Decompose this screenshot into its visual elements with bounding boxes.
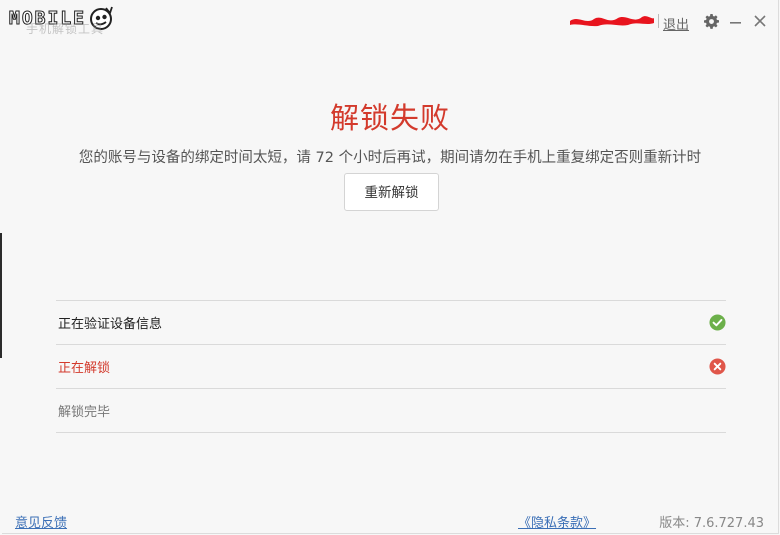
step-label: 解锁完毕 — [58, 405, 111, 420]
error-circle-icon — [709, 358, 726, 375]
check-circle-icon — [709, 314, 726, 331]
step-unlocking: 正在解锁 — [56, 344, 726, 388]
step-label: 正在验证设备信息 — [58, 317, 163, 332]
titlebar-separator — [658, 14, 659, 28]
unlock-tool-window: MOBILE 手机解锁工具 退出 解锁失败 您的账号与设备的绑定时间太短，请 7… — [2, 0, 779, 534]
gear-icon[interactable] — [704, 14, 719, 29]
logout-link[interactable]: 退出 — [663, 14, 689, 33]
failure-description: 您的账号与设备的绑定时间太短，请 72 个小时后再试，期间请勿在手机上重复绑定否… — [78, 150, 702, 166]
privacy-policy-link[interactable]: 《隐私条款》 — [518, 512, 596, 531]
step-unlock-complete: 解锁完毕 — [56, 388, 726, 433]
app-name-faded: 手机解锁工具 — [26, 22, 105, 36]
minimize-icon[interactable] — [729, 14, 742, 29]
close-icon[interactable] — [753, 14, 767, 28]
retry-unlock-button[interactable]: 重新解锁 — [344, 173, 439, 211]
redacted-account-name — [570, 16, 654, 27]
version-label: 版本: 7.6.727.43 — [659, 516, 764, 531]
feedback-link[interactable]: 意见反馈 — [15, 512, 67, 531]
step-label: 正在解锁 — [58, 361, 111, 376]
step-verify-device: 正在验证设备信息 — [56, 300, 726, 344]
title-bar: MOBILE 手机解锁工具 退出 — [2, 0, 778, 44]
progress-steps: 正在验证设备信息 正在解锁 解锁完毕 — [56, 300, 726, 433]
page-title: 解锁失败 — [329, 101, 450, 135]
